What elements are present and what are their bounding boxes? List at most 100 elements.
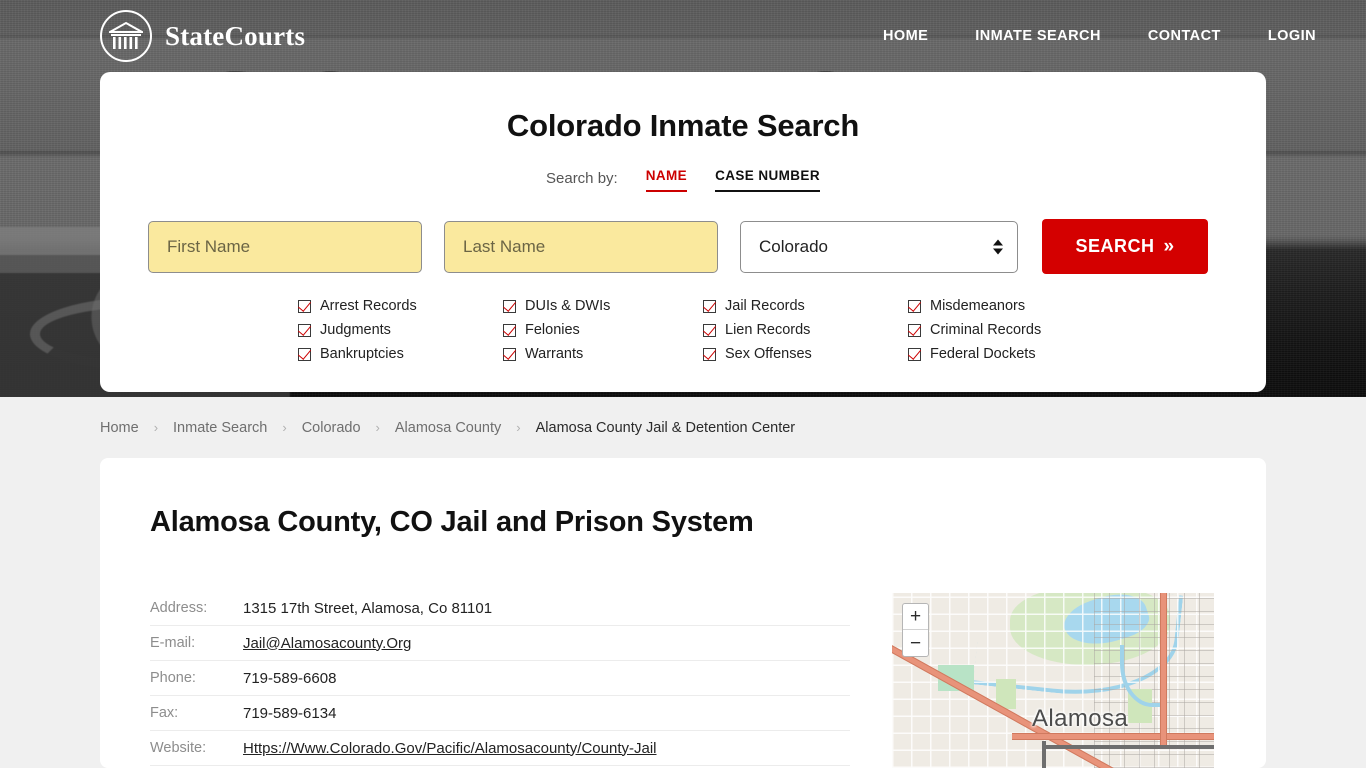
record-type-label: Jail Records (725, 298, 805, 314)
courthouse-logo-icon (100, 10, 152, 62)
detail-value-email: Jail@Alamosacounty.Org (243, 635, 411, 652)
table-row: Address: 1315 17th Street, Alamosa, Co 8… (150, 591, 850, 626)
table-row: Phone: 719-589-6608 (150, 661, 850, 696)
breadcrumb-item-current: Alamosa County Jail & Detention Center (535, 419, 796, 436)
map-highway-vertical (1160, 593, 1167, 747)
record-type-label: Bankruptcies (320, 346, 404, 362)
search-card-title: Colorado Inmate Search (506, 108, 860, 143)
record-type-item: Federal Dockets (908, 346, 1108, 362)
record-type-item: Judgments (298, 322, 503, 338)
details-and-map: Address: 1315 17th Street, Alamosa, Co 8… (150, 591, 1216, 768)
main-navigation: HOME INMATE SEARCH CONTACT LOGIN (883, 28, 1316, 44)
record-type-item: Misdemeanors (908, 298, 1108, 314)
checked-checkbox-icon (298, 323, 311, 337)
tab-name[interactable]: NAME (645, 168, 688, 192)
breadcrumb-separator-icon: › (375, 420, 380, 435)
table-row: Fax: 719-589-6134 (150, 696, 850, 731)
record-type-item: Jail Records (703, 298, 908, 314)
record-type-item: DUIs & DWIs (503, 298, 703, 314)
checked-checkbox-icon (908, 299, 921, 313)
website-link[interactable]: Https://Www.Colorado.Gov/Pacific/Alamosa… (243, 740, 657, 757)
location-map[interactable]: Alamosa + − (892, 593, 1214, 768)
map-highway-horizontal (1012, 733, 1214, 740)
detail-value-website: Https://Www.Colorado.Gov/Pacific/Alamosa… (243, 740, 657, 757)
double-chevron-right-icon: » (1163, 236, 1175, 257)
zoom-in-button[interactable]: + (903, 604, 928, 630)
record-type-item: Bankruptcies (298, 346, 503, 362)
search-button-label: SEARCH (1075, 236, 1155, 256)
record-type-label: Arrest Records (320, 298, 417, 314)
record-type-item: Arrest Records (298, 298, 503, 314)
detail-label-phone: Phone: (150, 670, 196, 686)
breadcrumb-separator-icon: › (516, 420, 521, 435)
detail-label-fax: Fax: (150, 705, 179, 721)
last-name-input[interactable] (444, 220, 718, 273)
first-name-input[interactable] (148, 220, 422, 273)
checked-checkbox-icon (908, 323, 921, 337)
checked-checkbox-icon (908, 347, 921, 361)
detail-value-fax: 719-589-6134 (243, 704, 337, 722)
record-types-list: Arrest Records DUIs & DWIs Jail Records … (148, 298, 1218, 362)
brand-name: StateCourts (165, 20, 306, 51)
site-header: StateCourts HOME INMATE SEARCH CONTACT L… (0, 0, 1366, 72)
state-select-value: Colorado (759, 236, 828, 256)
detail-value-phone: 719-589-6608 (243, 669, 337, 687)
map-city-label: Alamosa (1032, 705, 1129, 732)
record-type-item: Lien Records (703, 322, 908, 338)
checked-checkbox-icon (703, 299, 716, 313)
search-by-label: Search by: (546, 170, 618, 187)
email-link[interactable]: Jail@Alamosacounty.Org (243, 635, 411, 652)
nav-item-contact[interactable]: CONTACT (1148, 28, 1221, 44)
detail-value-address: 1315 17th Street, Alamosa, Co 81101 (243, 599, 493, 617)
spinner-arrows-icon (993, 239, 1003, 254)
checked-checkbox-icon (298, 299, 311, 313)
breadcrumb-item-home[interactable]: Home (100, 420, 139, 436)
record-type-label: Felonies (525, 322, 580, 338)
page-title: Alamosa County, CO Jail and Prison Syste… (150, 506, 754, 538)
map-zoom-controls: + − (902, 603, 929, 657)
nav-item-inmate-search[interactable]: INMATE SEARCH (975, 28, 1101, 44)
record-type-label: Sex Offenses (725, 346, 812, 362)
record-type-label: Judgments (320, 322, 391, 338)
record-type-label: DUIs & DWIs (525, 298, 611, 314)
record-type-label: Criminal Records (930, 322, 1042, 338)
table-row: Website: Https://Www.Colorado.Gov/Pacifi… (150, 731, 850, 766)
facility-info-table: Address: 1315 17th Street, Alamosa, Co 8… (150, 591, 850, 768)
brand-logo-link[interactable]: StateCourts (100, 10, 305, 62)
record-type-item: Sex Offenses (703, 346, 908, 362)
breadcrumb-item-inmate-search[interactable]: Inmate Search (173, 420, 267, 436)
detail-label-address: Address: (150, 600, 208, 616)
search-form: Colorado SEARCH » (148, 219, 1218, 274)
hero-section: COURTHOUSE StateCourts HOME INMATE SEARC… (0, 0, 1366, 397)
record-type-item: Felonies (503, 322, 703, 338)
breadcrumb-item-colorado[interactable]: Colorado (302, 420, 361, 436)
nav-item-login[interactable]: LOGIN (1268, 28, 1316, 44)
search-button[interactable]: SEARCH » (1042, 219, 1208, 274)
checked-checkbox-icon (703, 323, 716, 337)
nav-item-home[interactable]: HOME (883, 28, 928, 44)
record-type-item: Criminal Records (908, 322, 1108, 338)
record-type-label: Warrants (525, 346, 584, 362)
detail-label-website: Website: (150, 740, 207, 756)
checked-checkbox-icon (503, 323, 516, 337)
checked-checkbox-icon (503, 347, 516, 361)
facility-details-card: Alamosa County, CO Jail and Prison Syste… (100, 458, 1266, 768)
checked-checkbox-icon (503, 299, 516, 313)
record-type-label: Lien Records (725, 322, 811, 338)
checked-checkbox-icon (298, 347, 311, 361)
breadcrumb-separator-icon: › (282, 420, 287, 435)
record-type-label: Federal Dockets (930, 346, 1036, 362)
tab-case-number[interactable]: CASE NUMBER (715, 168, 820, 192)
map-railway-spur (1042, 741, 1046, 768)
table-row: E-mail: Jail@Alamosacounty.Org (150, 626, 850, 661)
search-by-row: Search by: NAME CASE NUMBER (148, 168, 1218, 192)
record-type-item: Warrants (503, 346, 703, 362)
breadcrumb: Home › Inmate Search › Colorado › Alamos… (0, 397, 1366, 458)
record-type-label: Misdemeanors (930, 298, 1026, 314)
breadcrumb-separator-icon: › (153, 420, 159, 435)
detail-label-email: E-mail: (150, 635, 196, 651)
zoom-out-button[interactable]: − (903, 630, 928, 656)
map-railway (1042, 745, 1214, 749)
breadcrumb-item-alamosa-county[interactable]: Alamosa County (395, 420, 501, 436)
state-select[interactable]: Colorado (740, 220, 1018, 273)
